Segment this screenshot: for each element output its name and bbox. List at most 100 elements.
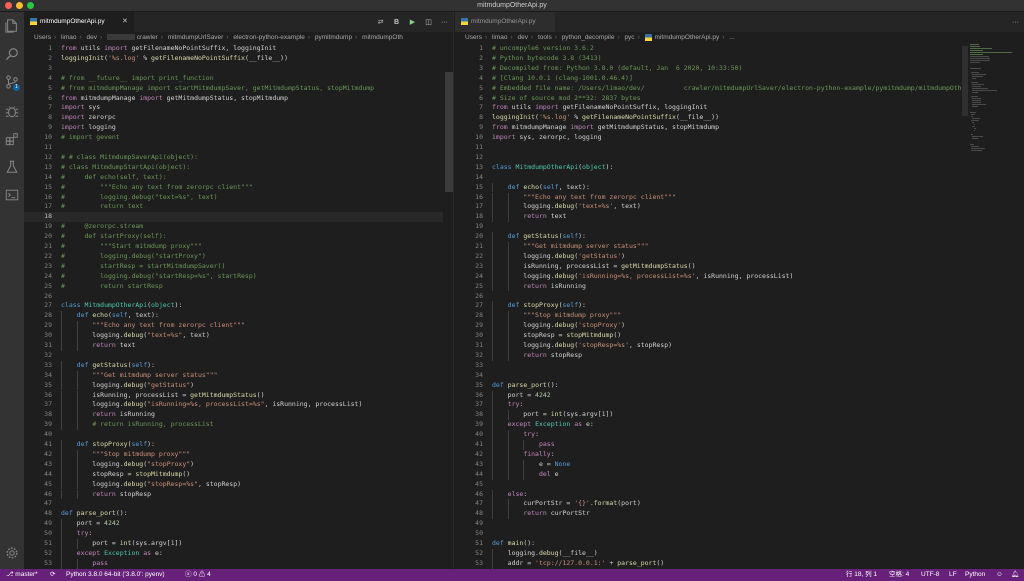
code-line[interactable]: import sys, zerorpc, logging — [492, 133, 602, 143]
code-line[interactable]: """Stop mitmdump proxy""" — [492, 311, 621, 321]
code-line[interactable]: logging.debug('getStatus') — [492, 252, 625, 262]
breadcrumb-item[interactable]: mitmdumpUrlSaver — [168, 34, 224, 41]
code-line[interactable]: logging.debug(__file__) — [492, 549, 598, 559]
breadcrumb-item[interactable]: limao — [492, 34, 508, 41]
code-line[interactable]: isRunning, processList = getMitmdumpStat… — [492, 262, 695, 272]
code-line[interactable]: logging.debug("getStatus") — [61, 381, 194, 391]
code-line[interactable]: except Exception as e: — [492, 420, 594, 430]
code-line[interactable]: # Python bytecode 3.8 (3413) — [492, 54, 602, 64]
code-line[interactable]: loggingInit('%s.log' % getFilenameNoPoin… — [492, 113, 719, 123]
code-line[interactable]: return text — [61, 341, 135, 351]
code-line[interactable]: finally: — [492, 450, 554, 460]
indentation[interactable]: 空格: 4 — [889, 569, 909, 581]
explorer-icon[interactable] — [5, 19, 19, 33]
code-line[interactable]: # # class MitmdumpSaverApi(object): — [61, 153, 198, 163]
language-mode[interactable]: Python — [965, 569, 985, 581]
code-line[interactable]: import logging — [61, 123, 116, 133]
code-line[interactable]: import sys — [61, 103, 100, 113]
code-line[interactable]: # return text — [61, 202, 143, 212]
code-line[interactable]: port = int(sys.argv[1]) — [492, 410, 613, 420]
code-line[interactable]: """Get mitmdump server status""" — [492, 242, 648, 252]
code-line[interactable]: logging.debug("stopResp=%s", stopResp) — [61, 480, 241, 490]
code-line[interactable]: # return isRunning, processList — [61, 420, 213, 430]
search-icon[interactable] — [5, 47, 19, 61]
code-line[interactable]: return isRunning — [492, 282, 586, 292]
run-icon[interactable]: ▶ — [408, 18, 417, 27]
code-line[interactable]: def echo(self, text): — [492, 183, 590, 193]
code-line[interactable]: from mitmdumpManage import getMitmdumpSt… — [492, 123, 719, 133]
bold-b-icon[interactable]: B — [392, 18, 401, 27]
breadcrumb-item[interactable]: tools — [538, 34, 552, 41]
scrollbar-left[interactable] — [445, 72, 453, 192]
code-line[interactable]: # from mitmdumpManage import startMitmdu… — [61, 84, 374, 94]
breadcrumb-item[interactable]: mitmdumpOth — [362, 34, 403, 41]
code-line[interactable]: try: — [61, 529, 93, 539]
code-line[interactable]: return isRunning — [61, 410, 155, 420]
code-line[interactable]: def parse_port(): — [61, 509, 128, 519]
code-line[interactable]: return stopResp — [61, 490, 151, 500]
cursor-position[interactable]: 行 18, 列 1 — [846, 569, 877, 581]
scrollbar-right[interactable] — [962, 46, 968, 116]
code-line[interactable]: # logging.debug("text=%s", text) — [61, 193, 218, 203]
code-line[interactable]: pass — [61, 559, 108, 569]
code-line[interactable]: del e — [492, 470, 559, 480]
code-line[interactable]: logging.debug('text=%s', text) — [492, 202, 640, 212]
breadcrumb-item[interactable]: dev — [518, 34, 528, 41]
code-line[interactable]: # def echo(self, text): — [61, 173, 167, 183]
code-line[interactable]: isRunning, processList = getMitmdumpStat… — [61, 391, 264, 401]
code-line[interactable]: logging.debug('stopProxy') — [492, 321, 625, 331]
notifications-bell-icon[interactable]: 🔔︎ — [1011, 569, 1019, 581]
code-line[interactable]: try: — [492, 430, 539, 440]
python-interpreter[interactable]: Python 3.8.0 64-bit ('3.8.0': pyenv) — [66, 569, 165, 581]
code-line[interactable]: # """Echo any text from zerorpc client""… — [61, 183, 253, 193]
code-line[interactable]: """Get mitmdump server status""" — [61, 371, 217, 381]
testing-flask-icon[interactable] — [5, 160, 19, 174]
breadcrumb-item[interactable]: pyc — [624, 34, 634, 41]
compare-icon[interactable]: ⇄ — [376, 18, 385, 27]
code-line[interactable]: logging.debug("text=%s", text) — [61, 331, 209, 341]
code-line[interactable]: # """Start mitmdump proxy""" — [61, 242, 202, 252]
code-line[interactable]: except Exception as e: — [61, 549, 163, 559]
code-line[interactable]: return stopResp — [492, 351, 582, 361]
code-line[interactable]: # from __future__ import print_function — [61, 74, 214, 84]
code-line[interactable]: def stopProxy(self): — [61, 440, 155, 450]
branch-status[interactable]: ⎇ master* — [6, 569, 38, 581]
code-line[interactable]: addr = 'tcp://127.0.0.1:' + parse_port() — [492, 559, 665, 569]
tab-mitmdumpotherapi-right[interactable]: mitmdumpOtherApi.py — [455, 12, 555, 32]
code-line[interactable]: stopResp = stopMitmdump() — [492, 331, 621, 341]
feedback-icon[interactable]: ☺ — [996, 569, 1003, 581]
settings-gear-icon[interactable] — [5, 546, 19, 560]
code-line[interactable]: port = 4242 — [492, 391, 551, 401]
code-line[interactable]: curPortStr = '{}'.format(port) — [492, 499, 640, 509]
code-line[interactable]: def echo(self, text): — [61, 311, 159, 321]
code-line[interactable]: stopResp = stopMitmdump() — [61, 470, 190, 480]
code-line[interactable]: # uncompyle6 version 3.6.2 — [492, 44, 594, 54]
code-line[interactable]: # def startProxy(self): — [61, 232, 167, 242]
code-line[interactable]: logging.debug('stopResp=%s', stopResp) — [492, 341, 672, 351]
breadcrumb-item[interactable]: dev — [87, 34, 97, 41]
code-line[interactable]: # [Clang 10.0.1 (clang-1001.0.46.4)] — [492, 74, 633, 84]
code-line[interactable]: # Embedded file name: /Users/limao/dev/ … — [492, 84, 962, 94]
breadcrumb-item[interactable]: python_decompile — [562, 34, 615, 41]
breadcrumb-item[interactable]: limao — [61, 34, 77, 41]
code-line[interactable]: e = None — [492, 460, 570, 470]
code-line[interactable]: """Stop mitmdump proxy""" — [61, 450, 190, 460]
code-line[interactable]: # logging.debug("startProxy") — [61, 252, 206, 262]
breadcrumb-item[interactable]: Users — [34, 34, 51, 41]
terminal-icon[interactable] — [5, 188, 19, 202]
sync-icon[interactable]: ⟳ — [50, 569, 55, 581]
code-line[interactable]: """Echo any text from zerorpc client""" — [61, 321, 245, 331]
code-line[interactable]: else: — [492, 490, 528, 500]
more-actions-icon[interactable]: ··· — [440, 18, 449, 27]
line-endings[interactable]: LF — [949, 569, 957, 581]
code-line[interactable]: # Size of source mod 2**32: 2837 bytes — [492, 94, 641, 104]
code-line[interactable]: def stopProxy(self): — [492, 301, 586, 311]
code-line[interactable]: # class MitmdumpStartApi(object): — [61, 163, 190, 173]
code-line[interactable]: return text — [492, 212, 566, 222]
problems-status[interactable]: ⓧ 0 ⚠ 4 — [185, 569, 211, 581]
more-actions-icon[interactable]: ··· — [1011, 18, 1020, 27]
code-line[interactable]: port = 4242 — [61, 519, 120, 529]
code-line[interactable]: logging.debug("isRunning=%s, processList… — [61, 400, 362, 410]
code-line[interactable]: class MitmdumpOtherApi(object): — [61, 301, 182, 311]
breadcrumb-item[interactable]: pymitmdump — [315, 34, 352, 41]
